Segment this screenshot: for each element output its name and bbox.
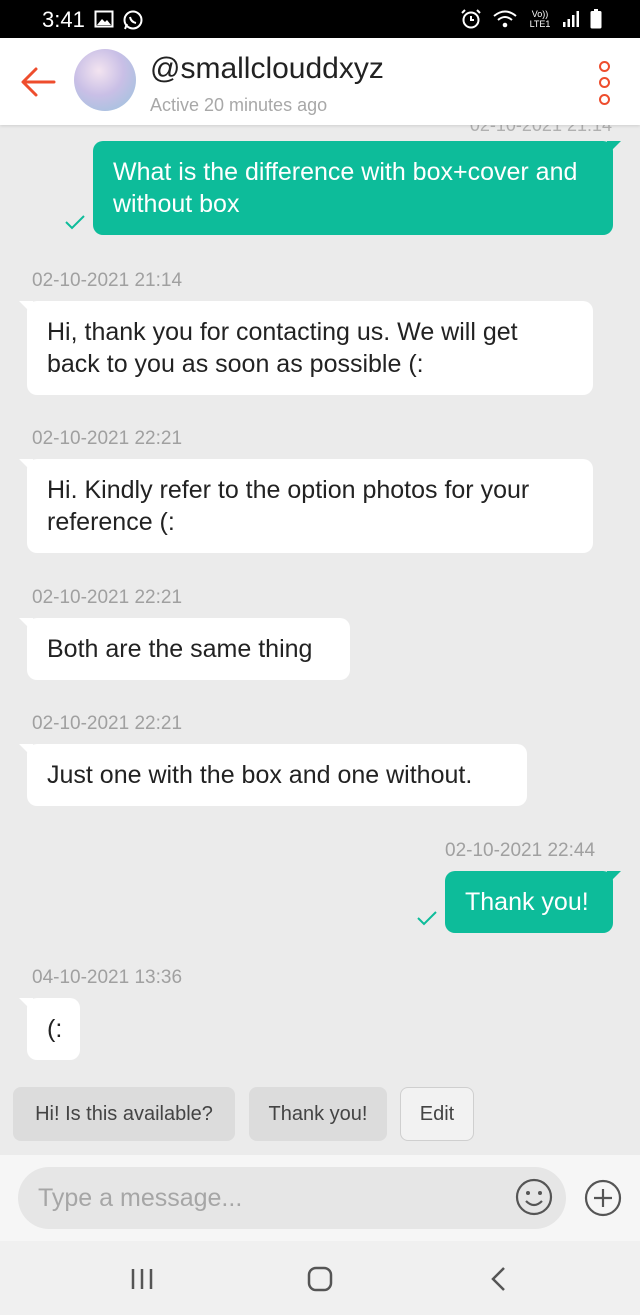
message-timestamp: 02-10-2021 22:44 — [445, 840, 596, 861]
contact-status: Active 20 minutes ago — [150, 95, 328, 115]
incoming-message[interactable]: (: — [27, 998, 80, 1060]
bubble-tail-icon — [19, 618, 33, 632]
status-right-icons: Vo)) LTE1 — [460, 8, 602, 30]
message-timestamp: 02-10-2021 22:21 — [32, 587, 183, 608]
emoji-icon[interactable] — [514, 1177, 554, 1217]
alarm-icon — [461, 9, 481, 29]
back-button[interactable] — [16, 60, 60, 104]
back-nav-icon[interactable] — [480, 1259, 520, 1299]
more-options-button[interactable] — [592, 58, 616, 108]
outgoing-message[interactable]: Thank you! — [445, 871, 613, 933]
more-dot-icon — [598, 94, 610, 106]
bubble-tail-icon — [607, 871, 621, 885]
system-nav-bar — [0, 1241, 640, 1315]
incoming-message[interactable]: Just one with the box and one without. — [27, 744, 527, 806]
read-check-icon — [65, 215, 85, 230]
read-check-icon — [417, 911, 437, 926]
signal-icon — [563, 11, 579, 27]
quick-replies: Hi! Is this available? Thank you! Edit — [0, 1087, 640, 1143]
incoming-message[interactable]: Hi, thank you for contacting us. We will… — [27, 301, 593, 395]
message-timestamp: 02-10-2021 21:14 — [469, 125, 612, 135]
bubble-tail-icon — [607, 141, 621, 155]
bubble-tail-icon — [19, 744, 33, 758]
message-input[interactable]: Type a message... — [18, 1167, 566, 1229]
message-input-placeholder: Type a message... — [38, 1184, 243, 1212]
status-time: 3:41 — [42, 7, 85, 32]
message-timestamp: 04-10-2021 13:36 — [32, 967, 183, 988]
recent-apps-icon[interactable] — [122, 1259, 162, 1299]
status-left-icons — [94, 9, 144, 31]
quick-reply-chip[interactable]: Thank you! — [249, 1087, 387, 1141]
message-timestamp: 02-10-2021 22:21 — [32, 713, 183, 734]
volte-icon: Vo)) LTE1 — [529, 9, 551, 29]
bubble-tail-icon — [19, 459, 33, 473]
wifi-icon — [493, 10, 517, 28]
outgoing-message[interactable]: What is the difference with box+cover an… — [93, 141, 613, 235]
more-dot-icon — [598, 77, 610, 89]
incoming-message[interactable]: Both are the same thing — [27, 618, 350, 680]
contact-name[interactable]: @smallclouddxyz — [150, 52, 384, 86]
home-icon[interactable] — [300, 1259, 340, 1299]
message-composer: Type a message... — [0, 1155, 640, 1241]
avatar[interactable] — [74, 49, 136, 111]
bubble-tail-icon — [19, 998, 33, 1012]
chat-area[interactable]: 02-10-2021 21:14 What is the difference … — [0, 125, 640, 1153]
more-dot-icon — [598, 60, 610, 72]
edit-quick-replies-button[interactable]: Edit — [400, 1087, 474, 1141]
message-timestamp: 02-10-2021 22:21 — [32, 428, 183, 449]
incoming-message[interactable]: Hi. Kindly refer to the option photos fo… — [27, 459, 593, 553]
add-attachment-icon[interactable] — [583, 1178, 623, 1218]
status-bar: 3:41 Vo)) LTE1 — [0, 0, 640, 38]
bubble-tail-icon — [19, 301, 33, 315]
message-timestamp: 02-10-2021 21:14 — [32, 270, 183, 291]
whatsapp-icon — [123, 10, 143, 30]
quick-reply-chip[interactable]: Hi! Is this available? — [13, 1087, 235, 1141]
arrow-left-icon — [21, 67, 56, 97]
chat-header: @smallclouddxyz Active 20 minutes ago — [0, 38, 640, 125]
battery-icon — [590, 9, 602, 29]
image-icon — [94, 10, 114, 28]
